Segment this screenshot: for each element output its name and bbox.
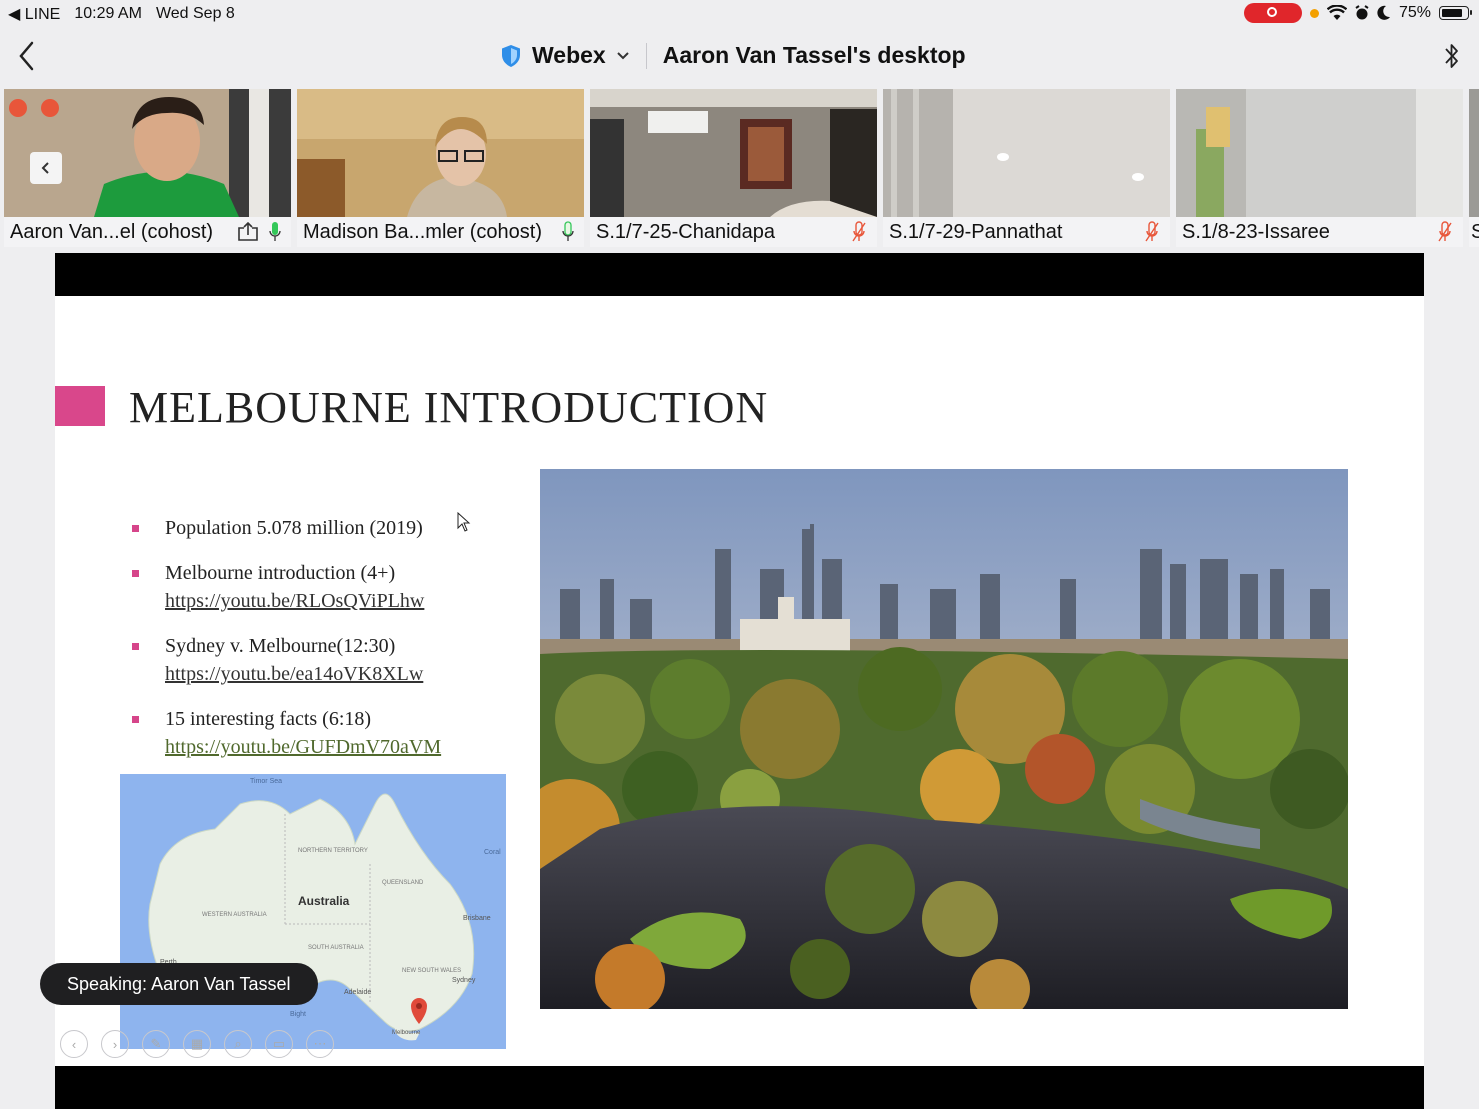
status-bar: ◀ LINE 10:29 AM Wed Sep 8 75% — [0, 0, 1479, 28]
mic-in-use-icon — [1309, 8, 1319, 18]
participant-tile[interactable]: Madison Ba...mler (cohost) — [297, 89, 584, 247]
status-time: 10:29 AM — [74, 5, 142, 22]
map-label: Brisbane — [463, 915, 491, 922]
participant-name: Madison Ba...mler (cohost) — [297, 217, 584, 247]
moon-icon — [1377, 5, 1390, 20]
participant-video — [883, 89, 1170, 217]
map-label: NORTHERN TERRITORY — [298, 848, 368, 854]
mic-on-icon — [269, 222, 281, 241]
title-accent-block — [55, 386, 105, 426]
slideshow-controls: ‹ › ✎ ▦ ⌕ ▭ ⋯ — [60, 1030, 334, 1058]
bullet-text: Melbourne introduction (4+) — [165, 562, 396, 584]
chevron-left-icon — [41, 162, 49, 174]
map-label: Timor Sea — [250, 778, 282, 785]
participant-name: S.1/7-25-Chanidapa — [590, 217, 877, 247]
app-name-dropdown[interactable]: Webex — [532, 42, 606, 69]
record-dot-icon — [41, 99, 59, 117]
nav-divider — [645, 42, 647, 69]
slides-grid-icon[interactable]: ▦ — [183, 1030, 211, 1058]
alarm-icon — [1355, 5, 1369, 20]
battery-icon — [1439, 6, 1472, 20]
presentation-slide: MELBOURNE INTRODUCTION Population 5.078 … — [55, 296, 1424, 1066]
participant-tile[interactable]: Aaron Van...el (cohost) — [4, 89, 291, 247]
australia-map: Timor Sea NORTHERN TERRITORY QUEENSLAND … — [120, 774, 506, 1049]
back-app-label: LINE — [24, 6, 61, 23]
participant-video — [297, 89, 584, 217]
participant-tile[interactable]: S.1/7-29-Pannathat — [883, 89, 1170, 247]
mic-muted-icon — [1438, 221, 1452, 242]
map-label: QUEENSLAND — [382, 880, 424, 886]
wifi-icon — [1326, 5, 1347, 20]
mouse-cursor-icon — [457, 512, 471, 532]
mic-muted-icon — [852, 221, 866, 242]
video-link[interactable]: https://youtu.be/RLOsQViPLhw — [165, 587, 529, 615]
video-link[interactable]: https://youtu.be/GUFDmV70aVM — [165, 733, 529, 761]
bullet-list: Population 5.078 million (2019) Melbourn… — [129, 514, 529, 778]
shield-icon — [502, 44, 520, 67]
back-to-app-link[interactable]: ◀ LINE — [8, 4, 60, 24]
zoom-icon[interactable]: ⌕ — [224, 1030, 252, 1058]
back-chevron-icon[interactable] — [14, 40, 40, 72]
pen-icon[interactable]: ✎ — [142, 1030, 170, 1058]
participant-strip[interactable]: Aaron Van...el (cohost) Madison Ba...mle… — [4, 89, 1479, 249]
battery-percent: 75% — [1398, 4, 1431, 21]
previous-slide-icon[interactable]: ‹ — [60, 1030, 88, 1058]
bluetooth-icon[interactable] — [1443, 40, 1461, 72]
mic-muted-icon — [1145, 221, 1159, 242]
participant-tile[interactable]: S.1/7-25-Chanidapa — [590, 89, 877, 247]
participant-name: S — [1469, 217, 1479, 247]
map-label: NEW SOUTH WALES — [402, 968, 461, 974]
participant-video — [1469, 89, 1479, 217]
record-dot-icon — [9, 99, 27, 117]
speaking-indicator: Speaking: Aaron Van Tassel — [40, 963, 318, 1005]
participant-video — [1176, 89, 1463, 217]
next-slide-icon[interactable]: › — [101, 1030, 129, 1058]
meeting-nav-bar: Webex Aaron Van Tassel's desktop — [0, 28, 1479, 84]
participant-tile[interactable]: S — [1469, 89, 1479, 247]
map-label: SOUTH AUSTRALIA — [308, 945, 364, 951]
mic-on-icon — [562, 221, 574, 241]
video-link[interactable]: https://youtu.be/ea14oVK8XLw — [165, 660, 529, 688]
map-label: Coral — [484, 849, 501, 856]
melbourne-aerial-photo — [540, 469, 1348, 1009]
shared-screen-title: Aaron Van Tassel's desktop — [662, 42, 966, 68]
screen-record-icon[interactable] — [1243, 3, 1302, 23]
participant-name: S.1/8-23-Issaree — [1176, 217, 1463, 247]
bullet-text: 15 interesting facts (6:18) — [165, 708, 372, 730]
map-label: Adelaide — [344, 989, 371, 996]
share-screen-icon — [238, 222, 258, 241]
tile-indicators — [9, 99, 59, 117]
more-options-icon[interactable]: ⋯ — [306, 1030, 334, 1058]
participant-tile[interactable]: S.1/8-23-Issaree — [1176, 89, 1463, 247]
status-date: Wed Sep 8 — [155, 5, 235, 22]
strip-previous-button[interactable] — [30, 152, 62, 184]
slide-title: MELBOURNE INTRODUCTION — [129, 383, 769, 432]
bullet-text: Population 5.078 million (2019) — [165, 517, 423, 539]
list-item: Melbourne introduction (4+) https://yout… — [129, 559, 529, 615]
chevron-down-icon[interactable] — [616, 51, 630, 61]
map-country-label: Australia — [298, 894, 350, 908]
bullet-text: Sydney v. Melbourne(12:30) — [165, 635, 396, 657]
map-label: Bight — [290, 1011, 306, 1018]
map-label: Melbourne — [392, 1030, 421, 1036]
map-label: Sydney — [452, 977, 476, 984]
participant-video — [590, 89, 877, 217]
list-item: 15 interesting facts (6:18) https://yout… — [129, 705, 529, 761]
list-item: Sydney v. Melbourne(12:30) https://youtu… — [129, 632, 529, 688]
map-label: WESTERN AUSTRALIA — [202, 912, 267, 918]
participant-name: S.1/7-29-Pannathat — [883, 217, 1170, 247]
subtitles-icon[interactable]: ▭ — [265, 1030, 293, 1058]
